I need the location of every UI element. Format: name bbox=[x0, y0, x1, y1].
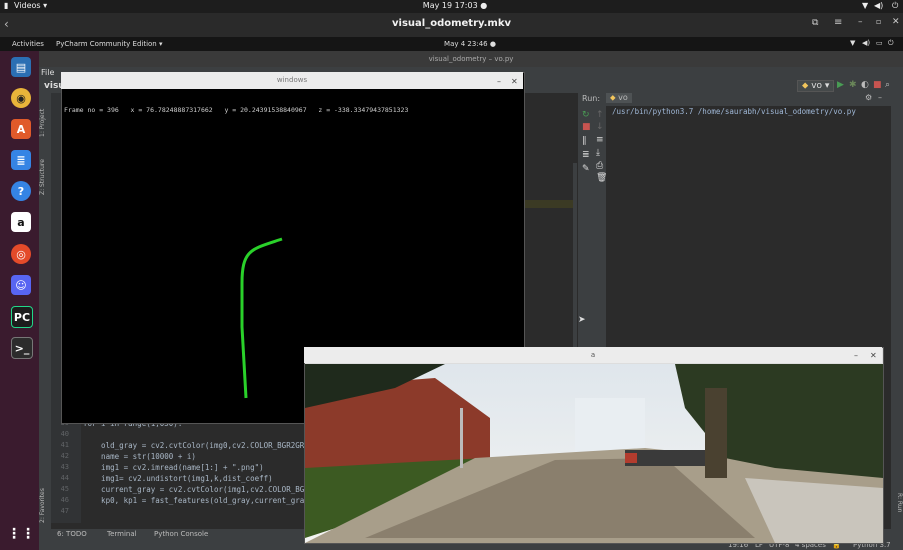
run-icon[interactable]: ▶ bbox=[837, 80, 844, 90]
tab-terminal[interactable]: Terminal bbox=[107, 530, 137, 538]
tab-favorites[interactable]: 2: Favorites bbox=[39, 473, 51, 523]
code-line: img1= cv2.undistort(img1,k,dist_coeff) bbox=[83, 474, 273, 483]
show-apps-icon[interactable]: ⋮⋮ bbox=[7, 524, 35, 544]
close-icon[interactable]: ✕ bbox=[870, 348, 877, 364]
run-panel-header: Run: ⬥ vo ⚙ – bbox=[578, 93, 891, 106]
tab-run[interactable]: R: Run bbox=[891, 493, 903, 523]
python-icon: ⬥ bbox=[802, 81, 809, 91]
run-tab[interactable]: ⬥ vo bbox=[606, 93, 632, 103]
up-arrow-icon[interactable]: ↑ bbox=[596, 110, 604, 120]
pin-icon[interactable]: ✎ bbox=[582, 164, 590, 174]
run-output-text: /usr/bin/python3.7 /home/saurabh/visual_… bbox=[612, 107, 856, 116]
app-menu-button[interactable]: PyCharm Community Edition ▾ bbox=[56, 40, 162, 48]
pycharm-titlebar: visual_odometry – vo.py bbox=[39, 51, 903, 67]
layout-icon[interactable]: ≣ bbox=[582, 150, 590, 160]
close-icon[interactable]: ✕ bbox=[511, 73, 518, 90]
stop-icon[interactable]: ■ bbox=[582, 122, 591, 132]
trash-icon[interactable]: 🗑 bbox=[596, 173, 607, 183]
code-line: current_gray = cv2.cvtColor(img1,cv2.COL… bbox=[83, 485, 336, 494]
terminal-icon[interactable]: >_ bbox=[11, 337, 33, 359]
line-number: 43 bbox=[60, 463, 69, 471]
search-icon[interactable]: ⌕ bbox=[885, 80, 890, 90]
camera-image-window bbox=[304, 347, 884, 544]
stop-icon[interactable]: ■ bbox=[873, 80, 882, 90]
mouse-cursor-icon: ➤ bbox=[578, 315, 586, 325]
frame-coordinates-text: Frame no = 396 x = 76.78248887317662 y =… bbox=[64, 106, 409, 114]
amazon-icon[interactable]: a bbox=[11, 212, 31, 232]
line-number: 41 bbox=[60, 441, 69, 449]
line-number: 42 bbox=[60, 452, 69, 460]
rhythmbox-icon[interactable]: ◉ bbox=[11, 88, 31, 108]
menu-file[interactable]: File bbox=[41, 68, 54, 77]
minimize-icon[interactable]: – bbox=[497, 73, 501, 90]
discord-icon[interactable]: ☺ bbox=[11, 275, 31, 295]
volume-icon: ◀) bbox=[874, 1, 884, 10]
network-icon: ▼ bbox=[850, 39, 856, 47]
software-center-icon[interactable]: A bbox=[11, 119, 31, 139]
tab-todo[interactable]: 6: TODO bbox=[57, 530, 87, 538]
tab-python-console[interactable]: Python Console bbox=[154, 530, 208, 538]
hide-panel-icon[interactable]: – bbox=[878, 93, 882, 102]
power-icon[interactable]: ⏻ bbox=[888, 39, 894, 48]
trajectory-window-titlebar: windows – ✕ bbox=[61, 72, 523, 89]
coverage-icon[interactable]: ◐ bbox=[861, 80, 869, 90]
pause-icon[interactable]: ∥ bbox=[582, 136, 587, 146]
run-config-select[interactable]: ⬥ vo ▾ bbox=[797, 80, 835, 92]
code-line: old_gray = cv2.cvtColor(img0,cv2.COLOR_B… bbox=[83, 441, 318, 450]
tree-trunk bbox=[705, 388, 727, 478]
chrome-icon[interactable]: ◎ bbox=[11, 244, 31, 264]
minimize-icon[interactable]: – bbox=[854, 348, 858, 364]
line-number: 44 bbox=[60, 474, 69, 482]
player-clock: May 19 17:03 ● bbox=[422, 1, 488, 10]
left-tool-strip: 1: Project Z: Structure 2: Favorites bbox=[39, 93, 51, 530]
street-lamp bbox=[460, 408, 463, 468]
image-window-title: a bbox=[590, 351, 596, 359]
down-arrow-icon[interactable]: ↓ bbox=[596, 122, 604, 132]
volume-icon: ◀) bbox=[862, 39, 871, 47]
activities-button[interactable]: Activities bbox=[12, 40, 44, 48]
files-icon[interactable]: ▤ bbox=[11, 57, 31, 77]
line-number: 45 bbox=[60, 485, 69, 493]
settings-icon[interactable]: ⚙ bbox=[865, 93, 872, 102]
code-line: name = str(10000 + i) bbox=[83, 452, 196, 461]
line-number: 46 bbox=[60, 496, 69, 504]
writer-icon[interactable]: ≣ bbox=[11, 150, 31, 170]
tab-project[interactable]: 1: Project bbox=[39, 97, 51, 137]
trajectory-path bbox=[240, 237, 283, 399]
run-config-label: vo bbox=[811, 81, 823, 91]
ubuntu-clock[interactable]: May 4 23:46 ● bbox=[430, 40, 510, 48]
red-car bbox=[625, 453, 637, 463]
camera-frame bbox=[305, 364, 883, 543]
run-tab-label: vo bbox=[618, 93, 628, 102]
tab-structure[interactable]: Z: Structure bbox=[39, 145, 51, 195]
app-menu-icon: ▮ bbox=[4, 1, 9, 10]
scroll-end-icon[interactable]: ⤓ bbox=[596, 148, 600, 158]
trajectory-window-title: windows bbox=[276, 76, 308, 84]
video-file-title: visual_odometry.mkv bbox=[392, 18, 511, 29]
debug-icon[interactable]: ✱ bbox=[849, 80, 857, 90]
network-icon: ▼ bbox=[862, 1, 869, 10]
help-icon[interactable]: ? bbox=[11, 181, 31, 201]
python-icon: ⬥ bbox=[610, 93, 616, 102]
white-building bbox=[575, 398, 645, 453]
code-line: kp0, kp1 = fast_features(old_gray,curren… bbox=[83, 496, 314, 505]
visible-code-block: 39 for i in range(1,050): 40 41 old_gray… bbox=[51, 419, 336, 523]
power-icon[interactable]: ⏻ bbox=[892, 1, 898, 11]
print-icon[interactable]: ⎙ bbox=[596, 161, 603, 171]
image-window-titlebar: a – ✕ bbox=[304, 347, 882, 363]
player-top-bar: ▮ Videos ▾ May 19 17:03 ● ▼ ◀) ⏻ bbox=[0, 0, 903, 13]
line-number: 40 bbox=[60, 430, 69, 438]
run-label: Run: bbox=[582, 94, 601, 103]
ubuntu-dock: ▤ ◉ A ≣ ? a ◎ ☺ PC >_ ⋮⋮ bbox=[0, 51, 39, 550]
battery-icon: ▭ bbox=[876, 39, 883, 47]
line-number: 47 bbox=[60, 507, 69, 515]
rerun-icon[interactable]: ↻ bbox=[582, 110, 590, 120]
videos-menu[interactable]: Videos ▾ bbox=[14, 1, 47, 10]
code-line: img1 = cv2.imread(name[1:] + ".png") bbox=[83, 463, 264, 472]
soft-wrap-icon[interactable]: ≡ bbox=[596, 135, 604, 145]
pycharm-icon[interactable]: PC bbox=[11, 306, 33, 328]
ubuntu-top-panel: Activities PyCharm Community Edition ▾ M… bbox=[0, 37, 903, 51]
right-tool-strip: R: Run bbox=[891, 93, 903, 530]
